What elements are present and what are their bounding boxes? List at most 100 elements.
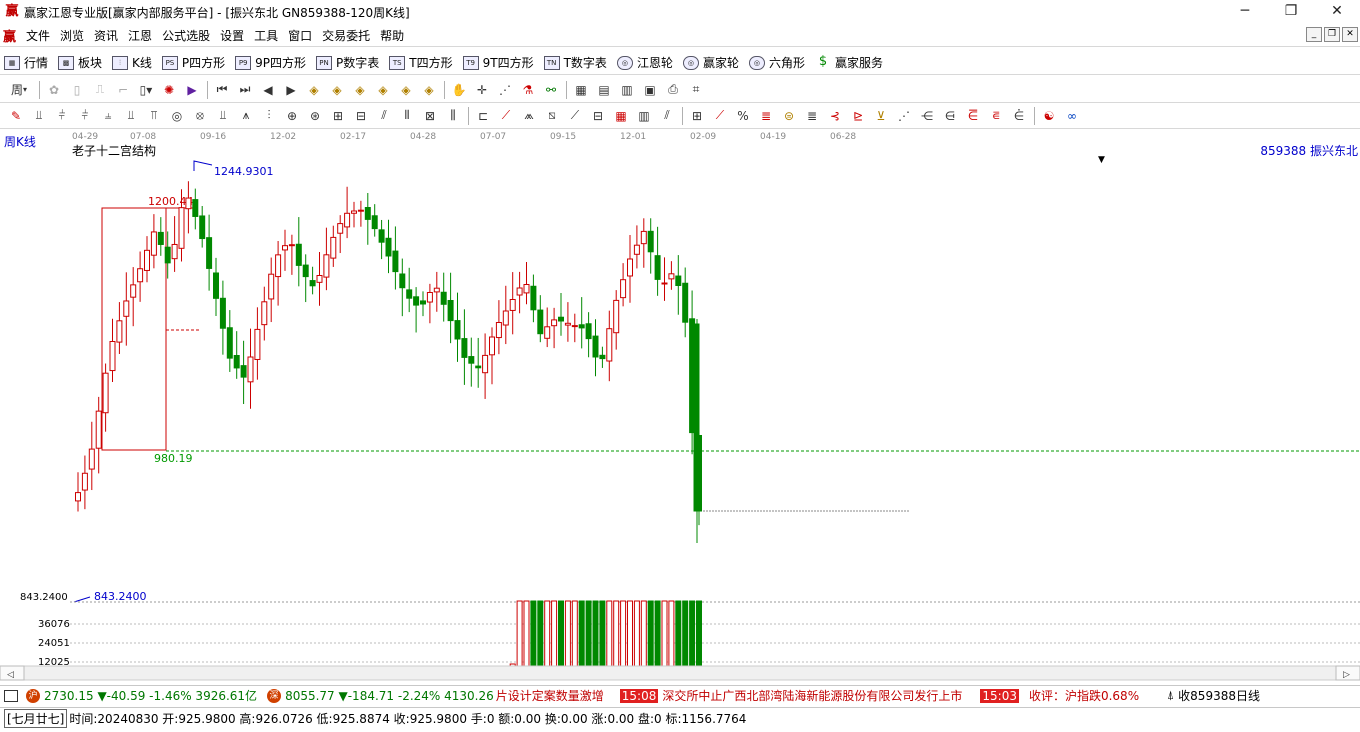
draw-tool-42-icon[interactable]: ⋵ (1011, 108, 1027, 124)
draw-tool-36-icon[interactable]: ⊻ (873, 108, 889, 124)
diamond-icon[interactable]: ◈ (306, 82, 322, 98)
draw-tool-40-icon[interactable]: ⋶ (965, 108, 981, 124)
calculator-icon[interactable]: ▤ (596, 82, 612, 98)
menu-file[interactable]: 文件 (21, 25, 55, 47)
winner-service-button[interactable]: $ 赢家服务 (811, 52, 889, 74)
menu-trade[interactable]: 交易委托 (317, 25, 375, 47)
draw-tool-2-icon[interactable]: ⫩ (54, 108, 70, 124)
doc-icon[interactable]: ▯ (69, 82, 85, 98)
menu-gann[interactable]: 江恩 (123, 25, 157, 47)
grid-icon[interactable] (4, 689, 18, 702)
draw-tool-25-icon[interactable]: ⊟ (590, 108, 606, 124)
draw-tool-34-icon[interactable]: ⊰ (827, 108, 843, 124)
horizontal-scrollbar[interactable] (0, 665, 1360, 681)
draw-tool-33-icon[interactable]: ≣ (804, 108, 820, 124)
news-ticker-3[interactable]: 收评：沪指跌0.68% (1029, 687, 1159, 704)
diamond-icon[interactable]: ◈ (329, 82, 345, 98)
draw-tool-27-icon[interactable]: ▥ (636, 108, 652, 124)
gann-wheel-button[interactable]: ◎ 江恩轮 (613, 52, 679, 74)
draw-tool-8-icon[interactable]: ⦻ (192, 108, 208, 124)
pattern-icon[interactable]: ⋰ (497, 82, 513, 98)
draw-tool-5-icon[interactable]: ⫫ (123, 108, 139, 124)
draw-tool-26-icon[interactable]: ▦ (613, 108, 629, 124)
t-number-table-button[interactable]: TN T数字表 (540, 52, 613, 74)
save-icon[interactable]: ▣ (642, 82, 658, 98)
mdi-minimize-button[interactable]: _ (1306, 27, 1322, 42)
flow-icon[interactable]: ⎍ (92, 82, 108, 98)
kline-button[interactable]: ⫶ K线 (108, 52, 158, 74)
hexagon-button[interactable]: ◎ 六角形 (745, 52, 811, 74)
print-icon[interactable]: ⎙ (665, 82, 681, 98)
p-number-table-button[interactable]: PN P数字表 (312, 52, 385, 74)
draw-tool-41-icon[interactable]: ⋷ (988, 108, 1004, 124)
infinity-icon[interactable]: ∞ (1064, 108, 1080, 124)
winner-wheel-button[interactable]: ◎ 赢家轮 (679, 52, 745, 74)
crosshair-icon[interactable]: ✛ (474, 82, 490, 98)
diamond-icon[interactable]: ◈ (352, 82, 368, 98)
menu-window[interactable]: 窗口 (283, 25, 317, 47)
maximize-button[interactable]: ❐ (1268, 0, 1314, 24)
menu-tools[interactable]: 工具 (249, 25, 283, 47)
mdi-close-button[interactable]: ✕ (1342, 27, 1358, 42)
cursor-icon[interactable]: ▯▾ (138, 82, 154, 98)
menu-formula[interactable]: 公式选股 (157, 25, 215, 47)
yin-yang-icon[interactable]: ☯ (1041, 108, 1057, 124)
draw-tool-10-icon[interactable]: ⩚ (238, 108, 254, 124)
draw-tool-20-icon[interactable]: ⊏ (475, 108, 491, 124)
close-button[interactable]: ✕ (1314, 0, 1360, 24)
draw-tool-16-icon[interactable]: ⫽ (376, 108, 392, 124)
chart-menu-icon[interactable]: ▼ (1098, 155, 1105, 165)
menu-browse[interactable]: 浏览 (55, 25, 89, 47)
draw-tool-31-icon[interactable]: ≣ (758, 108, 774, 124)
draw-tool-14-icon[interactable]: ⊞ (330, 108, 346, 124)
draw-tool-11-icon[interactable]: ⫶ (261, 108, 277, 124)
minimize-button[interactable]: ─ (1222, 0, 1268, 24)
draw-tool-9-icon[interactable]: ⫫ (215, 108, 231, 124)
draw-tool-35-icon[interactable]: ⊵ (850, 108, 866, 124)
9p-square-button[interactable]: P9 9P四方形 (231, 52, 312, 74)
diamond-icon[interactable]: ◈ (375, 82, 391, 98)
draw-tool-29-icon[interactable]: ⊞ (689, 108, 705, 124)
menu-info[interactable]: 资讯 (89, 25, 123, 47)
first-icon[interactable]: ⏮ (214, 82, 230, 98)
export-icon[interactable]: ⌗ (688, 82, 704, 98)
next-icon[interactable]: ▶ (283, 82, 299, 98)
draw-tool-28-icon[interactable]: ⫽ (659, 108, 675, 124)
period-dropdown[interactable]: 周 ▾ (6, 82, 32, 98)
draw-tool-6-icon[interactable]: ⫪ (146, 108, 162, 124)
draw-tool-15-icon[interactable]: ⊟ (353, 108, 369, 124)
sh-index-text[interactable]: 2730.15 ▼-40.59 -1.46% 3926.61亿 (44, 687, 257, 704)
report-icon[interactable]: ▥ (619, 82, 635, 98)
last-icon[interactable]: ⏭ (237, 82, 253, 98)
sector-button[interactable]: ▩ 板块 (54, 52, 108, 74)
kline-chart[interactable]: 04-29 07-08 09-16 12-02 02-17 04-28 07-0… (0, 129, 1360, 684)
draw-tool-3-icon[interactable]: ⫩ (77, 108, 93, 124)
menu-help[interactable]: 帮助 (375, 25, 409, 47)
news-ticker-1[interactable]: 片设计定案数量激增 (496, 687, 604, 704)
filter-icon[interactable]: ⚗ (520, 82, 536, 98)
draw-tool-23-icon[interactable]: ⧅ (544, 108, 560, 124)
percent-icon[interactable]: % (735, 108, 751, 124)
t-square-button[interactable]: TS T四方形 (385, 52, 458, 74)
draw-tool-12-icon[interactable]: ⊕ (284, 108, 300, 124)
draw-tool-37-icon[interactable]: ⋰ (896, 108, 912, 124)
quote-button[interactable]: ▦ 行情 (0, 52, 54, 74)
draw-tool-24-icon[interactable]: ⟋ (567, 108, 583, 124)
prev-icon[interactable]: ◀ (260, 82, 276, 98)
calendar-icon[interactable]: ▦ (573, 82, 589, 98)
draw-tool-22-icon[interactable]: ⩕ (521, 108, 537, 124)
gear-wave-icon[interactable]: ✺ (161, 82, 177, 98)
draw-tool-30-icon[interactable]: ⟋ (712, 108, 728, 124)
news-ticker-2[interactable]: 深交所中止广西北部湾陆海新能源股份有限公司发行上市 (662, 687, 962, 704)
diamond-icon[interactable]: ◈ (421, 82, 437, 98)
draw-tool-17-icon[interactable]: ⫴ (399, 108, 415, 124)
draw-tool-13-icon[interactable]: ⊛ (307, 108, 323, 124)
chart-canvas[interactable]: 04-29 07-08 09-16 12-02 02-17 04-28 07-0… (0, 129, 1360, 684)
draw-tool-7-icon[interactable]: ◎ (169, 108, 185, 124)
sz-index-text[interactable]: 8055.77 ▼-184.71 -2.24% 4130.26 (285, 689, 494, 703)
diamond-icon[interactable]: ◈ (398, 82, 414, 98)
stairs-icon[interactable]: ⌐ (115, 82, 131, 98)
draw-tool-1-icon[interactable]: ⫫ (31, 108, 47, 124)
draw-tool-32-icon[interactable]: ⊜ (781, 108, 797, 124)
draw-tool-21-icon[interactable]: ⟋ (498, 108, 514, 124)
